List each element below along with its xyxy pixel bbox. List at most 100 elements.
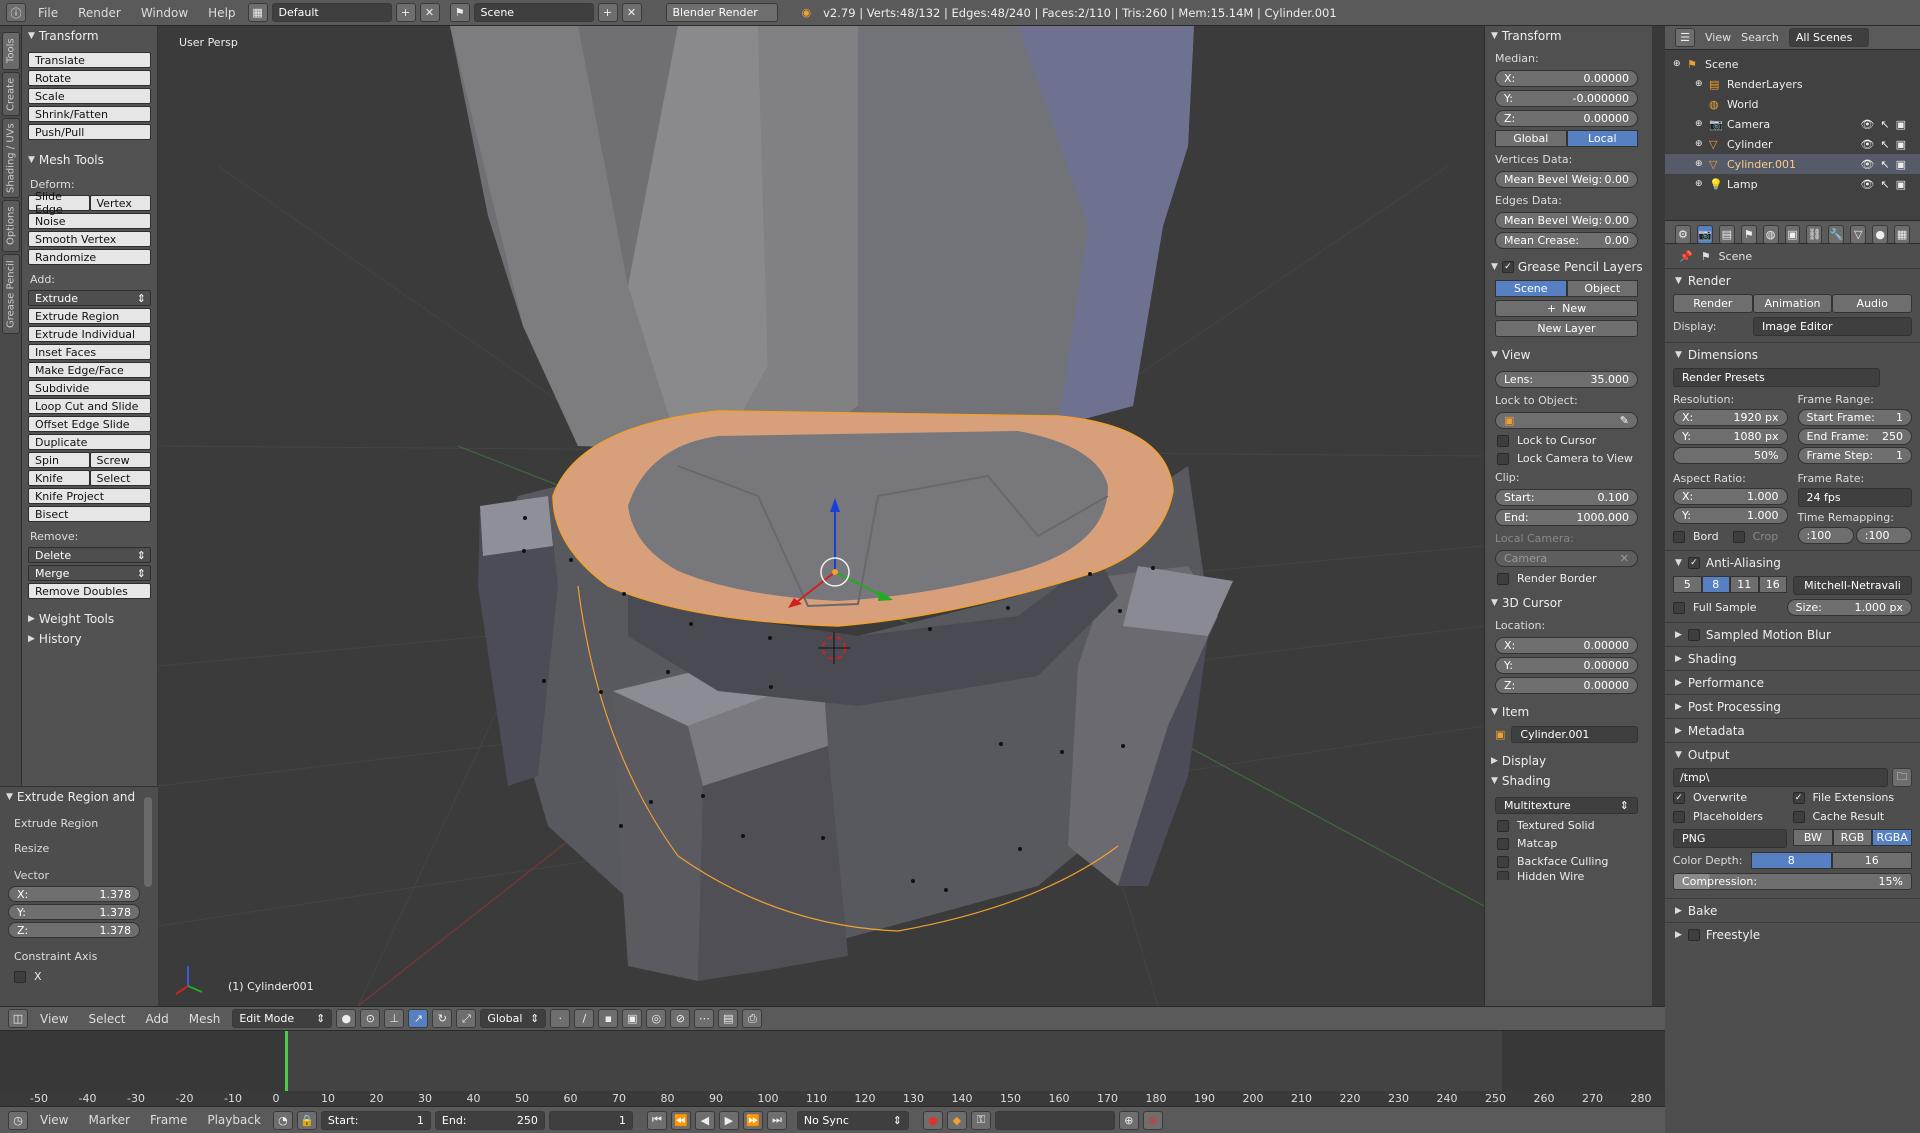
extrude-individual-button[interactable]: Extrude Individual <box>28 326 151 342</box>
outliner-item[interactable]: ⊕ ▽ Cylinder 👁↖▣ <box>1665 134 1920 154</box>
constraints-tab-icon[interactable]: ⛓ <box>1806 225 1823 244</box>
frame-ruler[interactable]: -50 -40 -30 -20 -10 0 10 20 30 40 50 60 70 80 90 100 110… <box>0 1091 1665 1107</box>
next-keyframe-icon[interactable]: ⏩ <box>742 1110 763 1130</box>
world-tab-icon[interactable]: ◍ <box>1762 225 1779 244</box>
knife-project-button[interactable]: Knife Project <box>28 488 151 504</box>
expand-icon[interactable]: ⊕ <box>1673 59 1687 69</box>
randomize-button[interactable]: Randomize <box>28 249 151 265</box>
freestyle-panel-header[interactable]: ▶ Freestyle <box>1665 922 1920 946</box>
median-x-field[interactable]: X: 0.00000 <box>1495 70 1638 87</box>
vertex-select-icon[interactable]: · <box>550 1009 571 1028</box>
motion-blur-header[interactable]: ▶ Sampled Motion Blur <box>1665 622 1920 646</box>
proportional-edit-icon[interactable]: ◎ <box>646 1009 667 1028</box>
eyedropper-icon[interactable]: ✎ <box>1620 414 1629 427</box>
start-frame-field[interactable]: Start: 1 <box>320 1110 431 1130</box>
remove-layout-icon[interactable]: ✕ <box>419 3 440 22</box>
lock-object-field[interactable]: ▣ ✎ <box>1495 412 1638 429</box>
snap-element-icon[interactable]: ⋯ <box>694 1009 715 1028</box>
animation-button[interactable]: Animation <box>1752 294 1833 313</box>
mode-dropdown[interactable]: Edit Mode ⇕ <box>232 1009 333 1028</box>
freestyle-checkbox[interactable] <box>1687 928 1700 941</box>
merge-dropdown[interactable]: Merge ⇕ <box>28 565 151 581</box>
expand-icon[interactable]: ⊕ <box>1695 119 1709 129</box>
cylinder-mesh[interactable] <box>450 26 1233 981</box>
remove-scene-icon[interactable]: ✕ <box>621 3 642 22</box>
gp-new-button[interactable]: + New <box>1495 300 1638 317</box>
cursor-y-field[interactable]: Y: 0.00000 <box>1495 657 1638 674</box>
prev-keyframe-icon[interactable]: ⏪ <box>670 1110 691 1130</box>
render-engine-dropdown[interactable]: Blender Render <box>665 3 778 22</box>
grease-pencil-header[interactable]: ▼ ✓ Grease Pencil Layers <box>1485 257 1652 277</box>
render-border-checkbox[interactable]: Render Border <box>1485 567 1652 585</box>
inset-faces-button[interactable]: Inset Faces <box>28 344 151 360</box>
aa-samples-5[interactable]: 5 <box>1673 576 1702 593</box>
mean-crease-field[interactable]: Mean Crease: 0.00 <box>1495 232 1638 249</box>
mesh-tools-panel-header[interactable]: ▼ Mesh Tools <box>22 150 157 170</box>
file-extensions-checkbox[interactable]: ✓ File Extensions <box>1792 791 1913 804</box>
outliner-item[interactable]: ⊕ ▽ Cylinder.001 👁↖▣ <box>1665 154 1920 174</box>
sync-dropdown[interactable]: No Sync ⇕ <box>796 1110 909 1130</box>
lock-range-icon[interactable]: 🔒 <box>296 1110 317 1130</box>
end-frame-field[interactable]: End Frame: 250 <box>1797 428 1912 445</box>
texture-tab-icon[interactable]: ▦ <box>1894 225 1911 244</box>
add-scene-icon[interactable]: + <box>597 3 618 22</box>
viewport-scene[interactable] <box>158 26 1484 1006</box>
shrink-fatten-button[interactable]: Shrink/Fatten <box>28 106 151 122</box>
scene-tab-icon[interactable]: ⚑ <box>1740 225 1757 244</box>
outliner-item[interactable]: ⊕ 📷 Camera 👁↖▣ <box>1665 114 1920 134</box>
full-sample-checkbox[interactable]: Full Sample <box>1673 601 1781 614</box>
tmenu-view[interactable]: View <box>32 1113 76 1127</box>
jump-start-icon[interactable]: ⏮ <box>646 1110 667 1130</box>
shading-mode-dropdown[interactable]: Multitexture ⇕ <box>1495 797 1638 814</box>
menu-window[interactable]: Window <box>133 6 196 20</box>
3d-cursor-header[interactable]: ▼ 3D Cursor <box>1485 593 1652 613</box>
operator-panel-header[interactable]: ▼ Extrude Region and <box>0 787 158 807</box>
display-dropdown[interactable]: Image Editor <box>1753 317 1912 336</box>
tab-tools[interactable]: Tools <box>2 32 20 70</box>
crop-checkbox[interactable]: Crop <box>1732 530 1778 543</box>
constraint-x-checkbox[interactable]: X <box>0 965 158 983</box>
data-tab-icon[interactable]: ▽ <box>1850 225 1867 244</box>
outliner-filter-dropdown[interactable]: All Scenes <box>1788 28 1869 47</box>
overwrite-checkbox[interactable]: ✓ Overwrite <box>1673 791 1793 804</box>
menu-file[interactable]: File <box>30 6 66 20</box>
grease-pencil-checkbox[interactable]: ✓ <box>1501 261 1514 273</box>
make-edge-face-button[interactable]: Make Edge/Face <box>28 362 151 378</box>
gp-object-toggle[interactable]: Object <box>1566 280 1638 297</box>
performance-panel-header[interactable]: ▶ Performance <box>1665 670 1920 694</box>
outliner-editor-icon[interactable]: ☰ <box>1675 28 1695 47</box>
color-bw-toggle[interactable]: BW <box>1793 829 1833 846</box>
outliner-item[interactable]: ◍ World <box>1665 94 1920 114</box>
layout-icon[interactable]: ▦ <box>247 3 268 22</box>
timeline-editor-icon[interactable]: ◷ <box>8 1110 28 1130</box>
dimensions-panel-header[interactable]: ▼ Dimensions <box>1665 342 1920 366</box>
visibility-toggle-icons[interactable]: 👁↖▣ <box>1860 118 1912 131</box>
cursor-x-field[interactable]: X: 0.00000 <box>1495 637 1638 654</box>
timeline[interactable]: -50 -40 -30 -20 -10 0 10 20 30 40 50 60 70 80 90 100 110… <box>0 1030 1665 1107</box>
vmenu-mesh[interactable]: Mesh <box>181 1012 229 1026</box>
manipulator-icon[interactable]: ⊥ <box>384 1009 405 1028</box>
outliner-item[interactable]: ⊕ ▤ RenderLayers <box>1665 74 1920 94</box>
expand-icon[interactable]: ⊕ <box>1695 179 1709 189</box>
keying-set-field[interactable] <box>994 1110 1115 1130</box>
subdivide-button[interactable]: Subdivide <box>28 380 151 396</box>
operator-scrollbar[interactable] <box>144 797 152 887</box>
screw-button[interactable]: Screw <box>89 452 151 468</box>
properties-editor-icon[interactable]: ⚙ <box>1675 225 1691 244</box>
bisect-button[interactable]: Bisect <box>28 506 151 522</box>
matcap-checkbox[interactable]: Matcap <box>1485 832 1652 850</box>
frame-step-field[interactable]: Frame Step: 1 <box>1797 447 1912 464</box>
opengl-render-icon[interactable]: ⎙ <box>742 1009 763 1028</box>
current-frame-field[interactable]: 1 <box>548 1110 633 1130</box>
tmenu-marker[interactable]: Marker <box>80 1113 137 1127</box>
local-camera-field[interactable]: Camera ✕ <box>1495 550 1638 567</box>
editor-type-icon[interactable]: ◫ <box>8 1009 28 1028</box>
transform-panel-header[interactable]: ▼ Transform <box>22 26 157 46</box>
vmenu-add[interactable]: Add <box>138 1012 177 1026</box>
bake-panel-header[interactable]: ▶ Bake <box>1665 898 1920 922</box>
aa-samples-8[interactable]: 8 <box>1701 576 1730 593</box>
lock-camera-checkbox[interactable]: Lock Camera to View <box>1485 447 1652 465</box>
smooth-vertex-button[interactable]: Smooth Vertex <box>28 231 151 247</box>
vector-z-field[interactable]: Z: 1.378 <box>8 922 140 938</box>
remap-new-field[interactable]: :100 <box>1855 527 1912 544</box>
